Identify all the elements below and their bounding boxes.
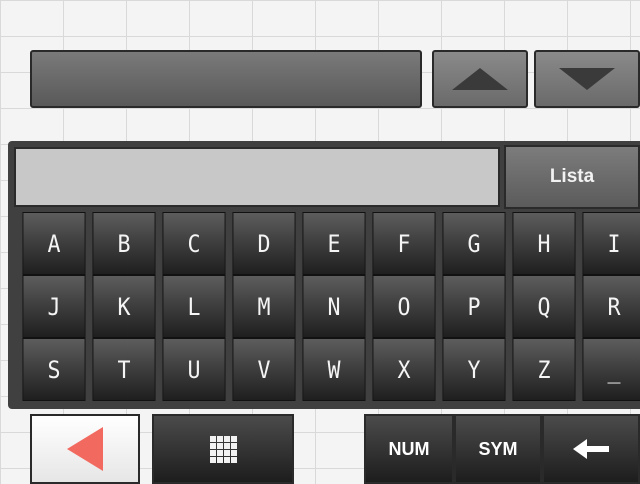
- key-q[interactable]: Q: [512, 275, 576, 338]
- key-j[interactable]: J: [22, 275, 86, 338]
- num-mode-button[interactable]: NUM: [364, 414, 454, 484]
- sym-mode-button[interactable]: SYM: [454, 414, 542, 484]
- key-v[interactable]: V: [232, 338, 296, 401]
- key-n[interactable]: N: [302, 275, 366, 338]
- key-u[interactable]: U: [162, 338, 226, 401]
- key-y[interactable]: Y: [442, 338, 506, 401]
- key-g[interactable]: G: [442, 212, 506, 275]
- backspace-button[interactable]: [542, 414, 640, 484]
- key-k[interactable]: K: [92, 275, 156, 338]
- key-c[interactable]: C: [162, 212, 226, 275]
- key-z[interactable]: Z: [512, 338, 576, 401]
- search-field[interactable]: [30, 50, 422, 108]
- triangle-up-icon: [452, 68, 508, 90]
- key-h[interactable]: H: [512, 212, 576, 275]
- key-x[interactable]: X: [372, 338, 436, 401]
- key-w[interactable]: W: [302, 338, 366, 401]
- triangle-left-icon: [67, 427, 103, 471]
- key-s[interactable]: S: [22, 338, 86, 401]
- key-o[interactable]: O: [372, 275, 436, 338]
- key-underscore[interactable]: _: [582, 338, 640, 401]
- key-l[interactable]: L: [162, 275, 226, 338]
- arrow-left-icon: [573, 439, 609, 459]
- back-button[interactable]: [30, 414, 140, 484]
- key-grid: A B C D E F G H I J K L M N O P Q R S T U V W X Y Z _: [19, 212, 640, 401]
- keypad-grid-icon: [209, 435, 237, 463]
- key-m[interactable]: M: [232, 275, 296, 338]
- key-f[interactable]: F: [372, 212, 436, 275]
- key-a[interactable]: A: [22, 212, 86, 275]
- key-i[interactable]: I: [582, 212, 640, 275]
- scroll-down-button[interactable]: [534, 50, 640, 108]
- key-b[interactable]: B: [92, 212, 156, 275]
- text-input[interactable]: [14, 147, 500, 207]
- key-t[interactable]: T: [92, 338, 156, 401]
- key-d[interactable]: D: [232, 212, 296, 275]
- scroll-up-button[interactable]: [432, 50, 528, 108]
- key-r[interactable]: R: [582, 275, 640, 338]
- key-e[interactable]: E: [302, 212, 366, 275]
- key-p[interactable]: P: [442, 275, 506, 338]
- triangle-down-icon: [559, 68, 615, 90]
- keypad-toggle-button[interactable]: [152, 414, 294, 484]
- list-button[interactable]: Lista: [504, 145, 640, 209]
